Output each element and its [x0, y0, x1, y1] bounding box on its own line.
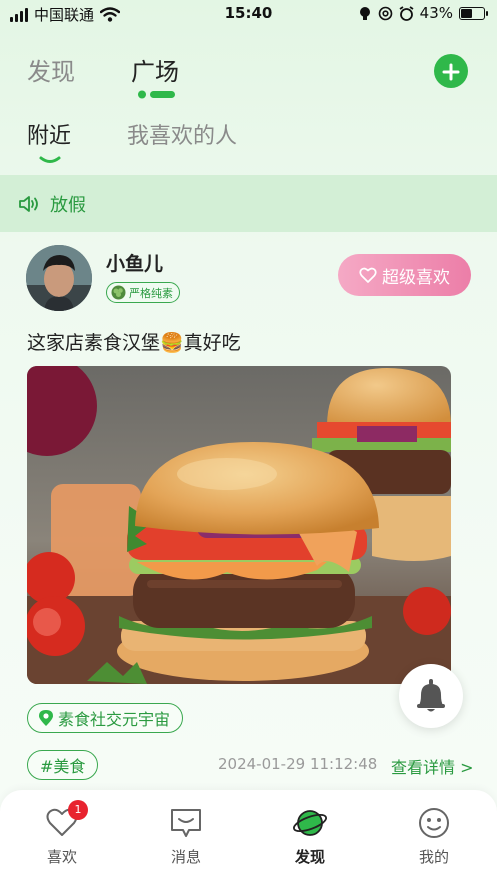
- nav-profile[interactable]: 我的: [394, 806, 474, 867]
- topic-tag[interactable]: #美食: [27, 750, 99, 780]
- tab-plaza-label: 广场: [131, 58, 179, 86]
- sub-tabs: 附近 我喜欢的人: [27, 118, 237, 163]
- nav-like[interactable]: 1 喜欢: [22, 800, 102, 867]
- bottom-nav: 1 喜欢 消息 发现 我的: [0, 790, 497, 883]
- post-image[interactable]: [27, 366, 451, 684]
- at-icon: [378, 6, 392, 20]
- notice-text: 放假: [50, 194, 86, 216]
- avatar[interactable]: [26, 245, 92, 311]
- topic-label: #美食: [40, 757, 86, 776]
- plus-icon: [442, 63, 460, 80]
- view-details-link[interactable]: 查看详情 >: [391, 754, 474, 778]
- smiley-icon: [419, 808, 449, 838]
- super-like-label: 超级喜欢: [382, 267, 450, 287]
- nav-messages-label: 消息: [170, 848, 201, 866]
- post-text: 这家店素食汉堡🍔真好吃: [27, 332, 241, 354]
- speaker-icon: [19, 195, 38, 212]
- tab-liked-people[interactable]: 我喜欢的人: [127, 118, 237, 150]
- nav-messages[interactable]: 消息: [146, 806, 226, 867]
- vegan-tag: 严格纯素: [106, 282, 180, 303]
- top-tabs: 发现 广场: [27, 52, 179, 99]
- planet-icon: [292, 810, 328, 836]
- alarm-icon: [399, 5, 414, 21]
- vegetable-icon: [111, 285, 126, 300]
- notice-bar[interactable]: 放假: [0, 175, 497, 232]
- tab-nearby-label: 附近: [27, 124, 72, 149]
- super-like-button[interactable]: 超级喜欢: [338, 254, 471, 296]
- lock-rotation-icon: [359, 6, 370, 20]
- heart-outline-icon: [359, 267, 377, 283]
- nav-discover[interactable]: 发现: [270, 806, 350, 867]
- tab-discover[interactable]: 发现: [27, 52, 75, 87]
- battery-icon: [459, 6, 488, 20]
- nav-like-label: 喜欢: [46, 848, 77, 866]
- location-tag[interactable]: 素食社交元宇宙: [27, 703, 184, 733]
- nav-discover-label: 发现: [294, 848, 325, 866]
- post-timestamp: 2024-01-29 11:12:48: [218, 755, 378, 773]
- notification-bell-button[interactable]: [399, 664, 463, 728]
- location-label: 素食社交元宇宙: [58, 710, 171, 729]
- status-bar: 中国联通 15:40 43%: [0, 0, 497, 28]
- location-pin-icon: [39, 710, 53, 726]
- tab-plaza[interactable]: 广场: [131, 52, 179, 99]
- username[interactable]: 小鱼儿: [106, 249, 163, 276]
- battery-percent: 43%: [419, 4, 453, 22]
- vegan-tag-label: 严格纯素: [129, 286, 173, 300]
- unread-badge: 1: [68, 800, 88, 820]
- add-post-button[interactable]: [434, 54, 468, 88]
- active-subtab-indicator: [39, 156, 61, 163]
- message-icon: [171, 809, 201, 837]
- bell-icon: [417, 679, 445, 712]
- nav-profile-label: 我的: [418, 848, 449, 866]
- active-tab-indicator: [138, 90, 175, 99]
- tab-nearby[interactable]: 附近: [27, 118, 72, 163]
